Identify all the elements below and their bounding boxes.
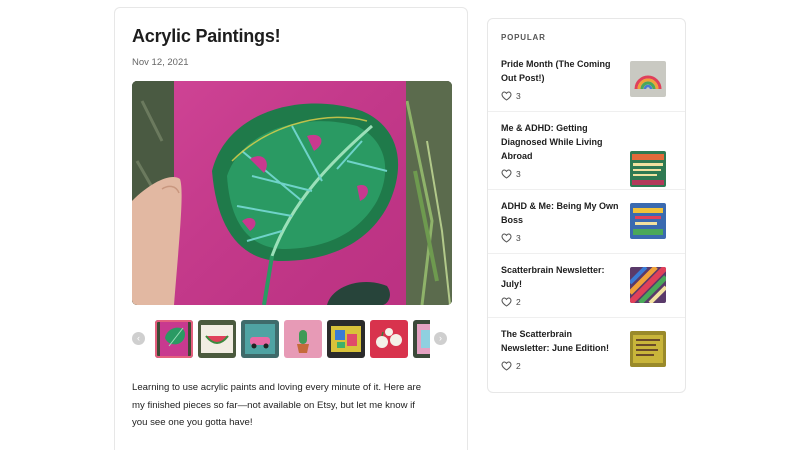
heart-icon: [501, 169, 512, 179]
like-count[interactable]: 3: [501, 91, 521, 101]
popular-post-title[interactable]: ADHD & Me: Being My Own Boss: [501, 199, 619, 227]
carousel-thumb-monstera[interactable]: [155, 320, 193, 358]
carousel-thumb-apples[interactable]: [370, 320, 408, 358]
post-date: Nov 12, 2021: [132, 57, 189, 68]
popular-post-item[interactable]: Me & ADHD: Getting Diagnosed While Livin…: [488, 111, 685, 187]
post-title: Acrylic Paintings!: [132, 26, 281, 46]
like-count-value: 3: [516, 233, 521, 243]
popular-sidebar: POPULAR Pride Month (The Coming Out Post…: [487, 18, 686, 393]
popular-post-thumbnail[interactable]: [630, 151, 666, 187]
like-count-value: 3: [516, 169, 521, 179]
hero-image[interactable]: [132, 81, 452, 305]
popular-post-thumbnail[interactable]: [630, 267, 666, 303]
heart-icon: [501, 91, 512, 101]
popular-post-title[interactable]: The Scatterbrain Newsletter: June Editio…: [501, 327, 619, 355]
popular-post-item[interactable]: ADHD & Me: Being My Own Boss 3: [488, 189, 685, 253]
heart-icon: [501, 297, 512, 307]
like-count-value: 3: [516, 91, 521, 101]
like-count[interactable]: 3: [501, 233, 521, 243]
popular-post-thumbnail[interactable]: [630, 331, 666, 367]
carousel-thumb-cactus[interactable]: [284, 320, 322, 358]
popular-post-thumbnail[interactable]: [630, 203, 666, 239]
chevron-left-icon[interactable]: ‹: [132, 332, 145, 345]
sidebar-heading: POPULAR: [501, 33, 546, 42]
carousel-thumb-partial[interactable]: [413, 320, 430, 358]
heart-icon: [501, 233, 512, 243]
carousel-thumb-abstract[interactable]: [327, 320, 365, 358]
popular-post-item[interactable]: The Scatterbrain Newsletter: June Editio…: [488, 317, 685, 381]
carousel-thumb-watermelon[interactable]: [198, 320, 236, 358]
heart-icon: [501, 361, 512, 371]
chevron-right-icon[interactable]: ›: [434, 332, 447, 345]
popular-post-title[interactable]: Me & ADHD: Getting Diagnosed While Livin…: [501, 121, 619, 163]
like-count-value: 2: [516, 361, 521, 371]
carousel-thumbnails: [155, 320, 430, 358]
like-count-value: 2: [516, 297, 521, 307]
popular-post-title[interactable]: Scatterbrain Newsletter: July!: [501, 263, 619, 291]
popular-post-item[interactable]: Scatterbrain Newsletter: July! 2: [488, 253, 685, 317]
like-count[interactable]: 2: [501, 297, 521, 307]
post-body-text: Learning to use acrylic paints and lovin…: [132, 382, 422, 428]
carousel-thumb-pink-car[interactable]: [241, 320, 279, 358]
like-count[interactable]: 3: [501, 169, 521, 179]
popular-post-thumbnail[interactable]: [630, 61, 666, 97]
popular-post-title[interactable]: Pride Month (The Coming Out Post!): [501, 57, 619, 85]
image-carousel: ‹ ›: [132, 320, 452, 358]
post-card: Acrylic Paintings! Nov 12, 2021 ‹ › Lear…: [114, 7, 468, 450]
like-count[interactable]: 2: [501, 361, 521, 371]
